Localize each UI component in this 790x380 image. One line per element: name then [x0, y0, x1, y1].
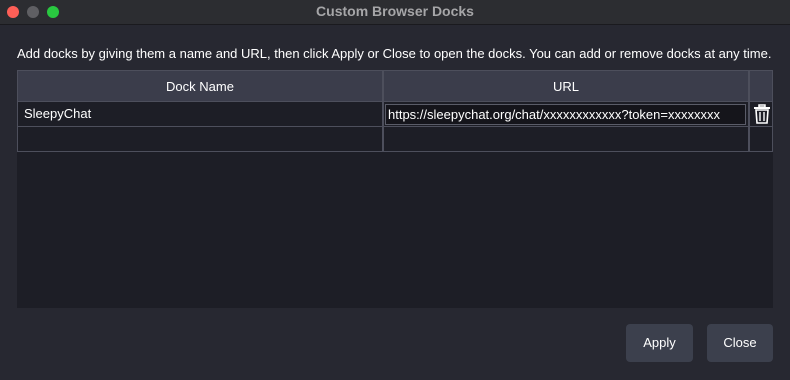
title-bar: Custom Browser Docks: [0, 0, 790, 25]
apply-button[interactable]: Apply: [626, 324, 693, 362]
column-header-dock-name[interactable]: Dock Name: [17, 70, 383, 102]
column-header-url[interactable]: URL: [383, 70, 749, 102]
close-button[interactable]: Close: [707, 324, 773, 362]
new-dock-name-cell[interactable]: [17, 127, 383, 152]
new-dock-url-cell[interactable]: [383, 127, 749, 152]
trash-icon[interactable]: [753, 104, 771, 124]
dock-name-cell[interactable]: SleepyChat: [17, 102, 383, 127]
new-dock-action-cell: [749, 127, 773, 152]
column-header-actions: [749, 70, 773, 102]
docks-table: Dock Name URL SleepyChat: [17, 70, 773, 308]
dock-url-cell[interactable]: [383, 102, 749, 127]
delete-dock-button[interactable]: [749, 102, 773, 127]
instruction-text: Add docks by giving them a name and URL,…: [17, 46, 772, 61]
window-title: Custom Browser Docks: [316, 3, 474, 19]
dock-url-input[interactable]: [385, 104, 746, 125]
